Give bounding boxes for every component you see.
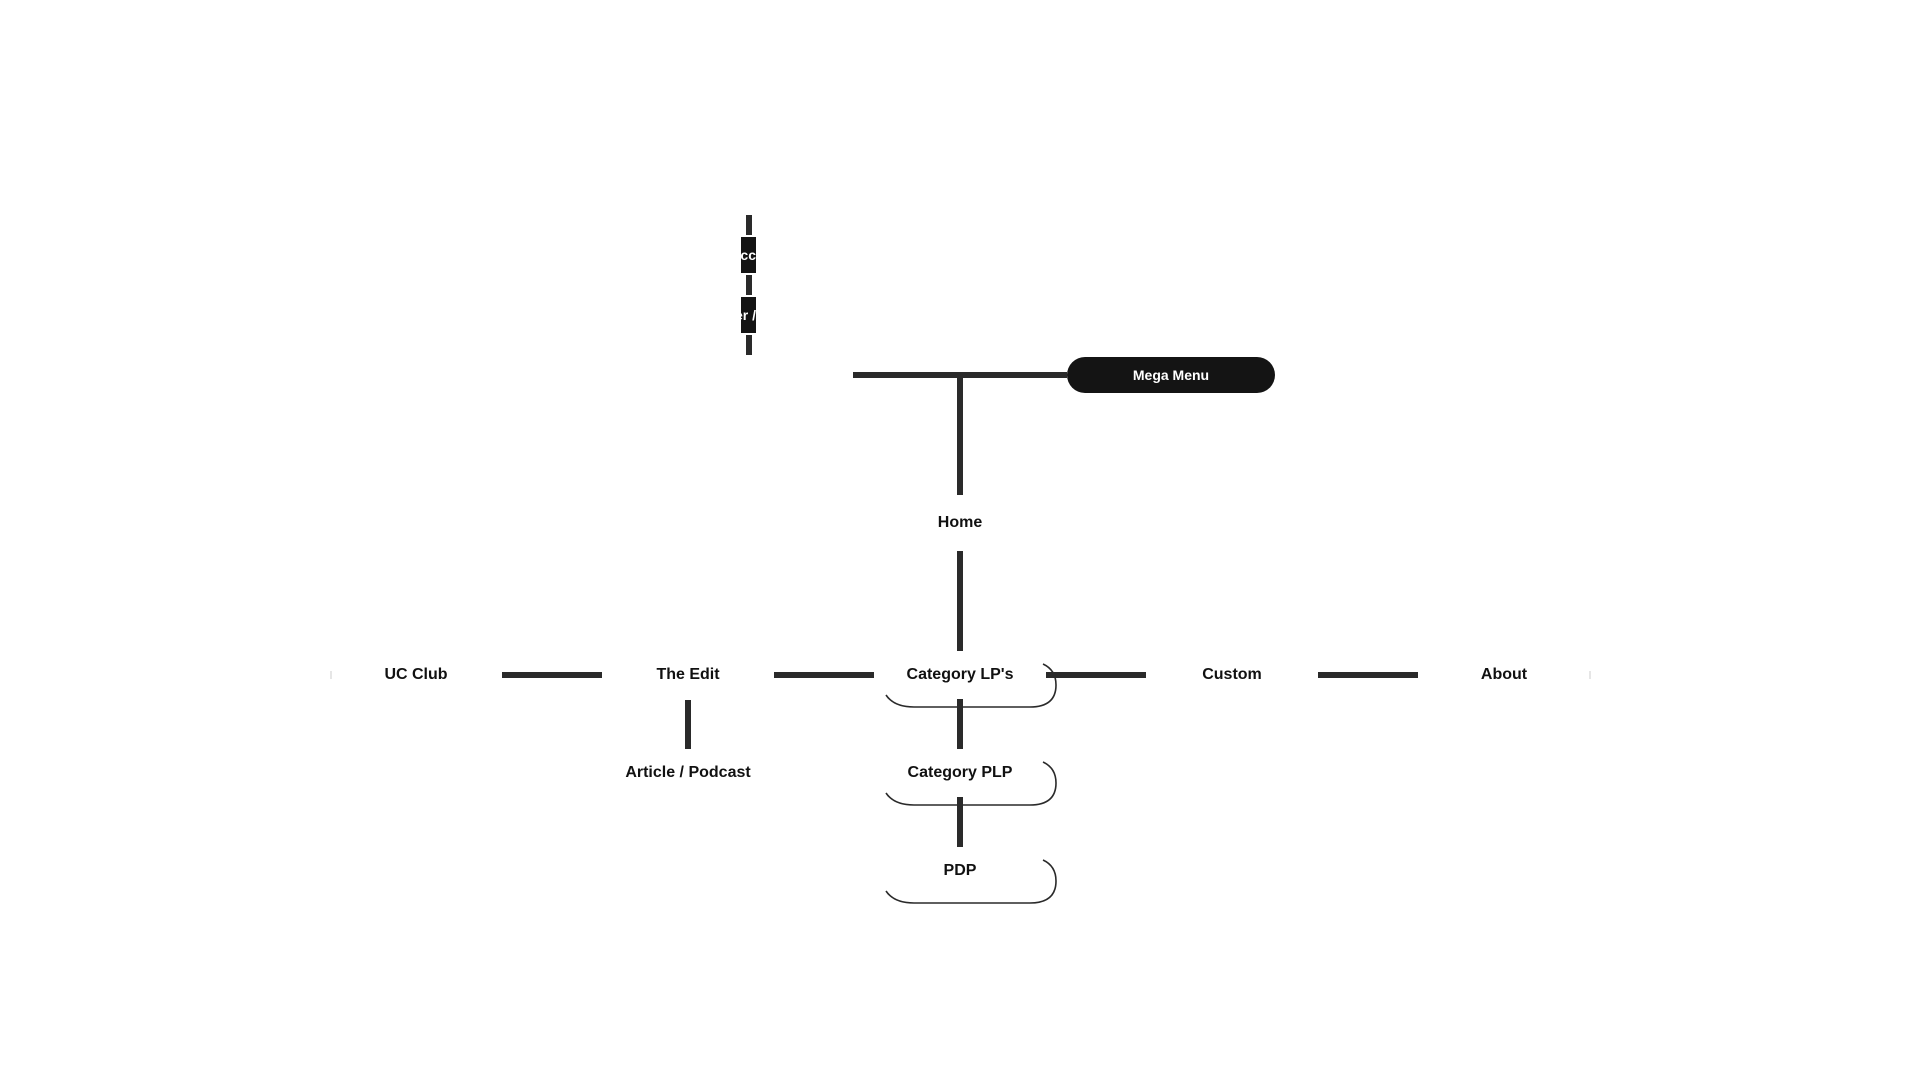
connector-categorylp-plp — [957, 699, 963, 749]
home-node[interactable]: Home — [938, 514, 982, 532]
pdp-node[interactable]: PDP — [944, 862, 977, 880]
stack-item-account-label: cc — [741, 247, 756, 263]
mega-menu-node[interactable]: Mega Menu — [1067, 357, 1275, 393]
stack-item-register-label: er / — [741, 307, 756, 323]
article-podcast-node[interactable]: Article / Podcast — [625, 764, 750, 782]
stack-item-register[interactable]: er / — [741, 297, 756, 333]
stack-connector-bottom — [746, 335, 752, 355]
category-plp-node[interactable]: Category PLP — [908, 764, 1013, 782]
home-connector-top — [957, 377, 963, 495]
row-left-edge-marker — [330, 671, 332, 679]
about-node[interactable]: About — [1481, 666, 1527, 684]
the-edit-node[interactable]: The Edit — [656, 666, 719, 684]
mega-menu-label: Mega Menu — [1132, 367, 1210, 383]
connector-theedit-categorylp — [774, 672, 874, 678]
row-right-edge-marker — [1589, 671, 1591, 679]
stack-item-account[interactable]: cc — [741, 237, 756, 273]
connector-categorylp-custom — [1046, 672, 1146, 678]
connector-ucclub-theedit — [502, 672, 602, 678]
connector-plp-pdp — [957, 797, 963, 847]
connector-theedit-article — [685, 700, 691, 749]
home-connector-bottom — [957, 551, 963, 651]
uc-club-node[interactable]: UC Club — [384, 666, 447, 684]
stack-connector-top — [746, 215, 752, 235]
category-lp-node[interactable]: Category LP's — [907, 666, 1014, 684]
stack-connector-middle — [746, 275, 752, 295]
custom-node[interactable]: Custom — [1202, 666, 1262, 684]
connector-custom-about — [1318, 672, 1418, 678]
